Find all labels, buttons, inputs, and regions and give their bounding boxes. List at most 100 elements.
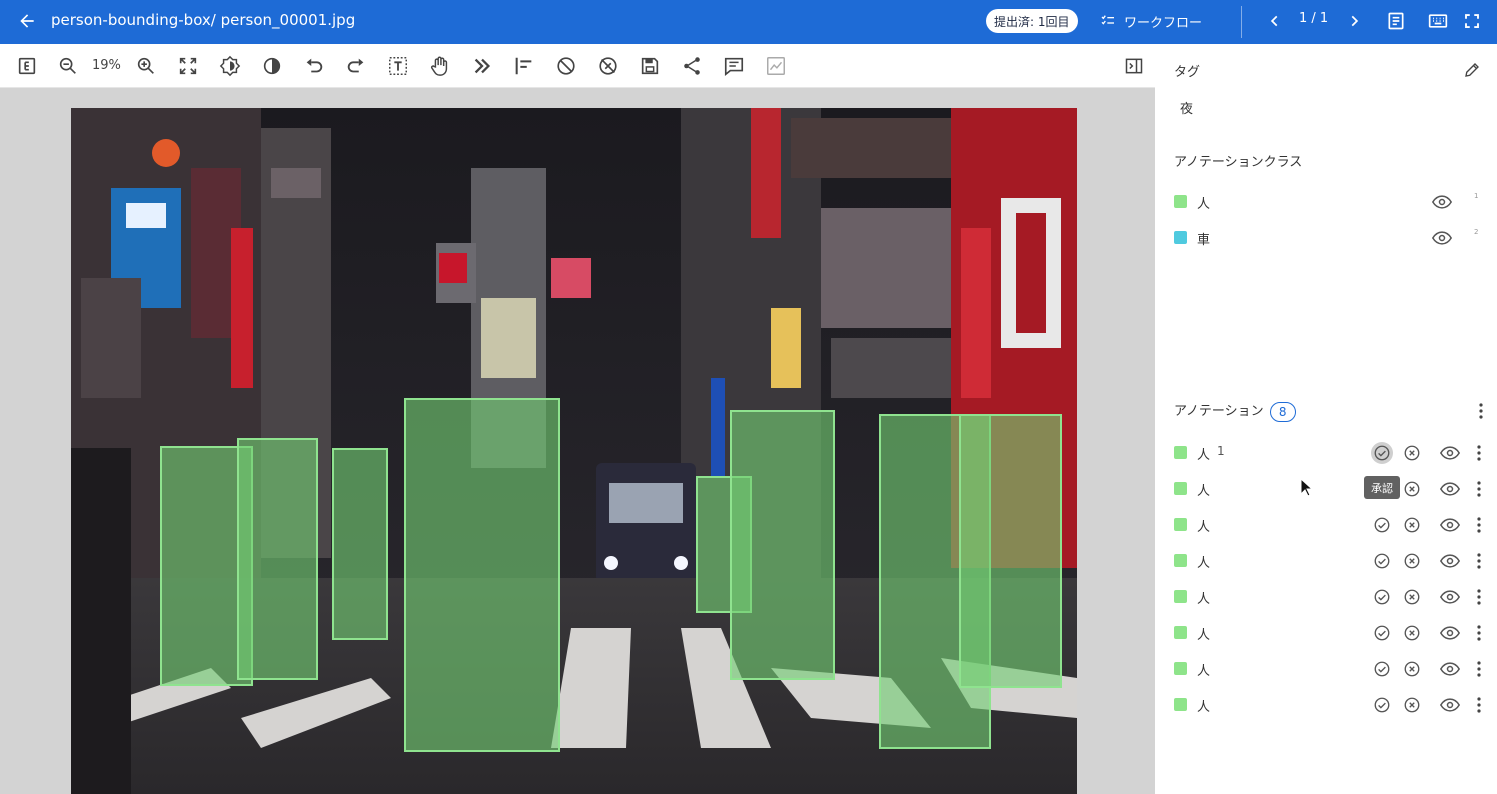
eye-icon[interactable] bbox=[1439, 622, 1461, 644]
annotation-row[interactable]: 人 bbox=[1174, 621, 1494, 645]
submission-status-badge: 提出済: 1回目 bbox=[986, 9, 1078, 33]
approve-check-icon[interactable] bbox=[1371, 442, 1393, 464]
text-box-icon[interactable] bbox=[387, 55, 409, 77]
person-bounding-box[interactable] bbox=[332, 448, 388, 640]
reject-x-icon[interactable] bbox=[1401, 478, 1423, 500]
align-left-icon[interactable] bbox=[513, 55, 535, 77]
eye-icon[interactable] bbox=[1431, 228, 1453, 248]
more-vert-icon[interactable] bbox=[1473, 400, 1489, 422]
annotation-label: 人 bbox=[1197, 628, 1211, 643]
class-color-swatch bbox=[1174, 231, 1187, 244]
approve-tooltip: 承認 bbox=[1364, 476, 1400, 499]
disable-icon[interactable] bbox=[555, 55, 577, 77]
more-vert-icon[interactable] bbox=[1471, 442, 1487, 464]
reject-x-icon[interactable] bbox=[1401, 514, 1423, 536]
redo-icon[interactable] bbox=[345, 55, 367, 77]
annotation-classes-title: アノテーションクラス bbox=[1174, 155, 1303, 170]
tags-section-title: タグ bbox=[1174, 65, 1201, 80]
document-icon[interactable] bbox=[1384, 9, 1408, 33]
eye-icon[interactable] bbox=[1439, 694, 1461, 716]
annotation-label: 人 bbox=[1197, 592, 1211, 607]
approve-check-icon[interactable] bbox=[1371, 586, 1393, 608]
annotation-row[interactable]: 人 bbox=[1174, 585, 1494, 609]
edit-pencil-icon[interactable] bbox=[1461, 59, 1483, 81]
person-bounding-box[interactable] bbox=[959, 414, 1062, 688]
brightness-icon[interactable] bbox=[219, 55, 241, 77]
annotation-label: 人 bbox=[1197, 556, 1211, 571]
more-vert-icon[interactable] bbox=[1471, 478, 1487, 500]
eye-icon[interactable] bbox=[1439, 658, 1461, 680]
annotation-row[interactable]: 人 bbox=[1174, 477, 1494, 501]
reject-x-icon[interactable] bbox=[1401, 622, 1423, 644]
annotation-color-swatch bbox=[1174, 554, 1187, 567]
hand-pan-icon[interactable] bbox=[429, 55, 451, 77]
back-arrow-icon[interactable] bbox=[14, 8, 40, 34]
reject-x-icon[interactable] bbox=[1401, 550, 1423, 572]
annotations-title-text: アノテーション bbox=[1174, 404, 1264, 419]
annotation-label: 人 bbox=[1197, 484, 1211, 499]
class-label: 車 bbox=[1197, 233, 1211, 248]
annotation-canvas[interactable] bbox=[0, 88, 1155, 794]
annotation-row[interactable]: 人 bbox=[1174, 549, 1494, 573]
fullscreen-icon[interactable] bbox=[1460, 9, 1484, 33]
contrast-icon[interactable] bbox=[261, 55, 283, 77]
person-bounding-box[interactable] bbox=[404, 398, 560, 752]
approve-check-icon[interactable] bbox=[1371, 658, 1393, 680]
eye-icon[interactable] bbox=[1431, 192, 1453, 212]
annotation-row[interactable]: 人 bbox=[1174, 693, 1494, 717]
person-bounding-box[interactable] bbox=[730, 410, 835, 680]
explorer-icon[interactable] bbox=[16, 55, 38, 77]
class-row-person[interactable]: 人 1 bbox=[1174, 190, 1484, 214]
reject-x-icon[interactable] bbox=[1401, 658, 1423, 680]
zoom-in-icon[interactable] bbox=[135, 55, 157, 77]
zoom-out-icon[interactable] bbox=[57, 55, 79, 77]
eye-icon[interactable] bbox=[1439, 442, 1461, 464]
more-vert-icon[interactable] bbox=[1471, 658, 1487, 680]
more-vert-icon[interactable] bbox=[1471, 622, 1487, 644]
reject-x-icon[interactable] bbox=[1401, 442, 1423, 464]
keyboard-icon[interactable] bbox=[1426, 9, 1450, 33]
annotation-row[interactable]: 人1 bbox=[1174, 441, 1494, 465]
more-vert-icon[interactable] bbox=[1471, 694, 1487, 716]
eye-icon[interactable] bbox=[1439, 550, 1461, 572]
approve-check-icon[interactable] bbox=[1371, 514, 1393, 536]
comment-icon[interactable] bbox=[723, 55, 745, 77]
tag-chip: 夜 bbox=[1180, 102, 1194, 117]
mouse-cursor-icon bbox=[1300, 478, 1314, 497]
person-bounding-box[interactable] bbox=[237, 438, 318, 680]
next-icon[interactable] bbox=[1343, 10, 1365, 32]
share-icon[interactable] bbox=[681, 55, 703, 77]
annotation-label: 人 bbox=[1197, 520, 1211, 535]
class-hotkey: 2 bbox=[1474, 228, 1479, 236]
chart-icon[interactable] bbox=[765, 55, 787, 77]
fit-screen-icon[interactable] bbox=[177, 55, 199, 77]
street-photo[interactable] bbox=[71, 108, 1077, 794]
annotation-color-swatch bbox=[1174, 698, 1187, 711]
eye-icon[interactable] bbox=[1439, 478, 1461, 500]
class-row-car[interactable]: 車 2 bbox=[1174, 226, 1484, 250]
annotation-label: 人 bbox=[1197, 664, 1211, 679]
more-vert-icon[interactable] bbox=[1471, 514, 1487, 536]
annotations-title: アノテーション 8 bbox=[1174, 400, 1296, 422]
eye-icon[interactable] bbox=[1439, 586, 1461, 608]
save-icon[interactable] bbox=[639, 55, 661, 77]
approve-check-icon[interactable] bbox=[1371, 694, 1393, 716]
annotation-row[interactable]: 人 bbox=[1174, 657, 1494, 681]
reject-x-icon[interactable] bbox=[1401, 694, 1423, 716]
appbar-divider bbox=[1241, 6, 1242, 38]
approve-check-icon[interactable] bbox=[1371, 550, 1393, 572]
workflow-button[interactable]: ワークフロー bbox=[1100, 10, 1202, 32]
previous-icon[interactable] bbox=[1264, 10, 1286, 32]
annotation-label: 人 bbox=[1197, 700, 1211, 715]
annotation-row[interactable]: 人 bbox=[1174, 513, 1494, 537]
undo-icon[interactable] bbox=[303, 55, 325, 77]
more-vert-icon[interactable] bbox=[1471, 586, 1487, 608]
annotation-color-swatch bbox=[1174, 518, 1187, 531]
more-vert-icon[interactable] bbox=[1471, 550, 1487, 572]
fast-forward-icon[interactable] bbox=[471, 55, 493, 77]
approve-check-icon[interactable] bbox=[1371, 622, 1393, 644]
clear-all-icon[interactable] bbox=[597, 55, 619, 77]
panel-toggle-icon[interactable] bbox=[1122, 54, 1146, 78]
reject-x-icon[interactable] bbox=[1401, 586, 1423, 608]
eye-icon[interactable] bbox=[1439, 514, 1461, 536]
